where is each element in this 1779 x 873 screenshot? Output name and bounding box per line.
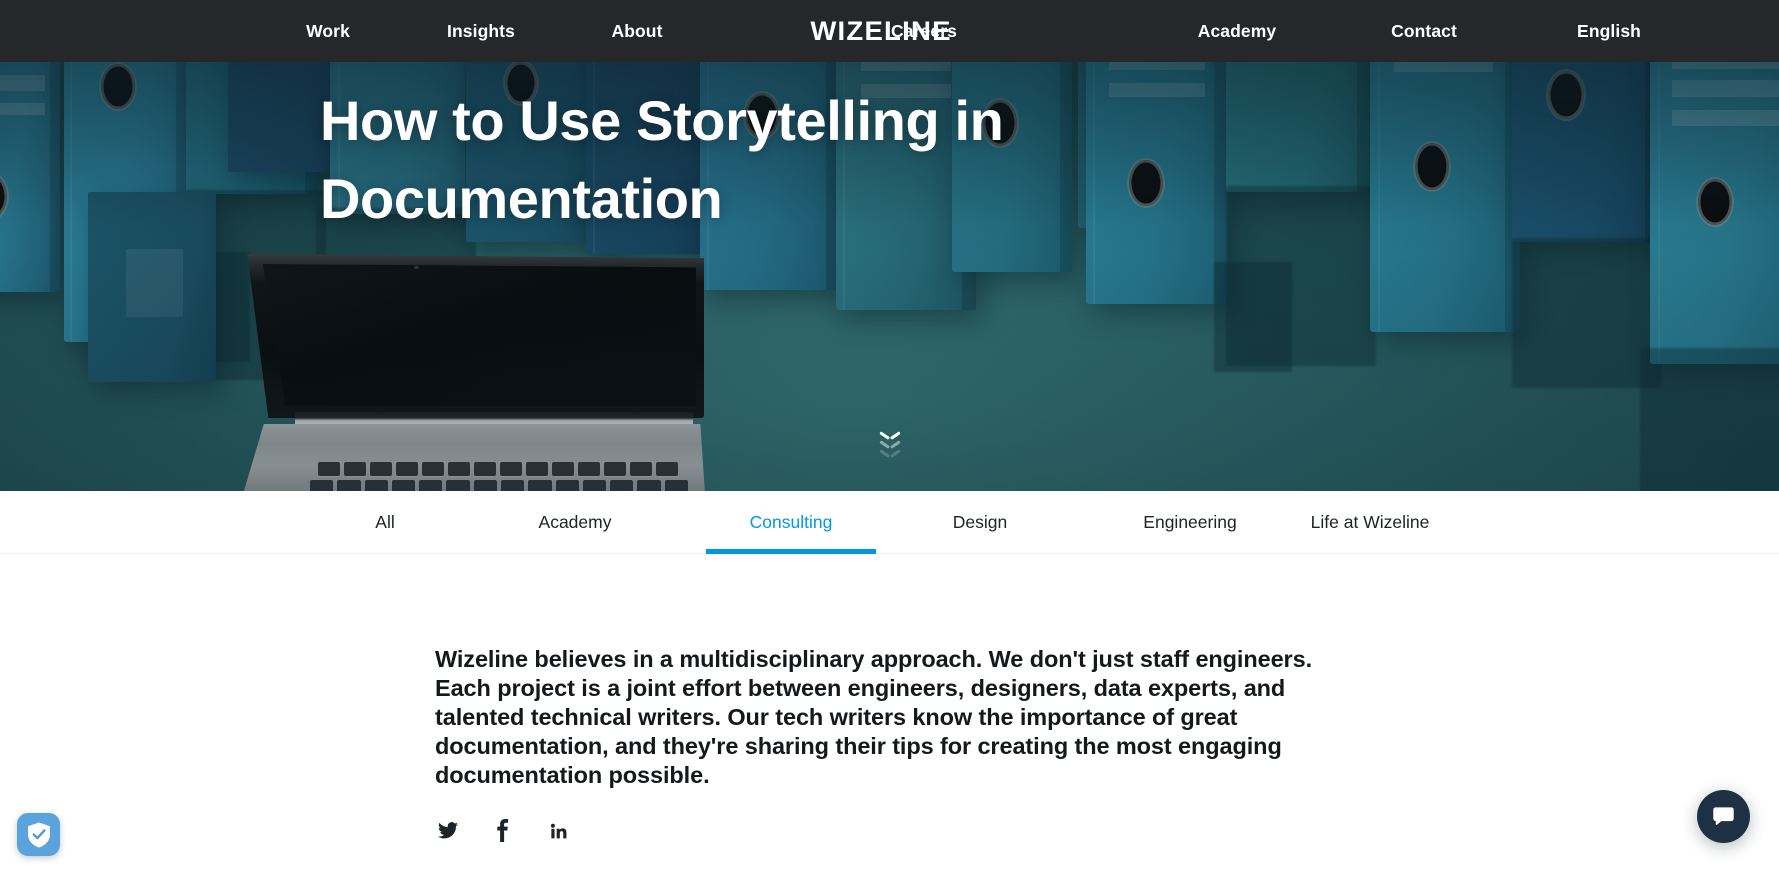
nav-item-language[interactable]: English	[1563, 0, 1655, 62]
nav-item-careers[interactable]: Careers	[880, 0, 968, 62]
tab-life-at-wizeline[interactable]: Life at Wizeline	[1255, 491, 1485, 553]
nav-item-insights[interactable]: Insights	[434, 0, 528, 62]
category-tab-bar: All Academy Consulting Design Engineerin…	[0, 491, 1779, 554]
chevron-down-icon	[880, 439, 900, 447]
article-lede: Wizeline believes in a multidisciplinary…	[435, 646, 1312, 788]
chat-bubble-icon	[1713, 807, 1734, 825]
twitter-icon[interactable]	[434, 816, 462, 844]
page-root: Work Insights About WIZELINE Careers Aca…	[0, 0, 1779, 873]
page-title: How to Use Storytelling in Documentation	[320, 89, 1004, 230]
nav-inner: Work Insights About WIZELINE Careers Aca…	[0, 0, 1779, 62]
chat-widget-button[interactable]	[1697, 790, 1750, 843]
tab-engineering[interactable]: Engineering	[1120, 491, 1260, 553]
tab-all[interactable]: All	[355, 491, 415, 553]
nav-item-contact[interactable]: Contact	[1378, 0, 1470, 62]
nav-item-work[interactable]: Work	[296, 0, 360, 62]
tab-academy[interactable]: Academy	[520, 491, 630, 553]
top-navigation-bar: Work Insights About WIZELINE Careers Aca…	[0, 0, 1779, 62]
hero-banner: How to Use Storytelling in Documentation	[0, 62, 1779, 491]
nav-item-about[interactable]: About	[600, 0, 674, 62]
scroll-down-icon[interactable]	[868, 430, 912, 484]
tab-list: All Academy Consulting Design Engineerin…	[0, 491, 1779, 554]
facebook-icon[interactable]	[489, 816, 517, 844]
tab-consulting[interactable]: Consulting	[706, 491, 876, 553]
chevron-down-icon	[880, 448, 900, 456]
chevron-down-icon	[880, 430, 900, 438]
social-share-bar	[434, 816, 572, 844]
linkedin-icon[interactable]	[544, 816, 572, 844]
nav-item-academy[interactable]: Academy	[1183, 0, 1291, 62]
article-body: Wizeline believes in a multidisciplinary…	[0, 554, 1779, 873]
privacy-settings-button[interactable]	[17, 813, 60, 856]
privacy-shield-icon	[27, 822, 50, 847]
tab-design[interactable]: Design	[932, 491, 1028, 553]
